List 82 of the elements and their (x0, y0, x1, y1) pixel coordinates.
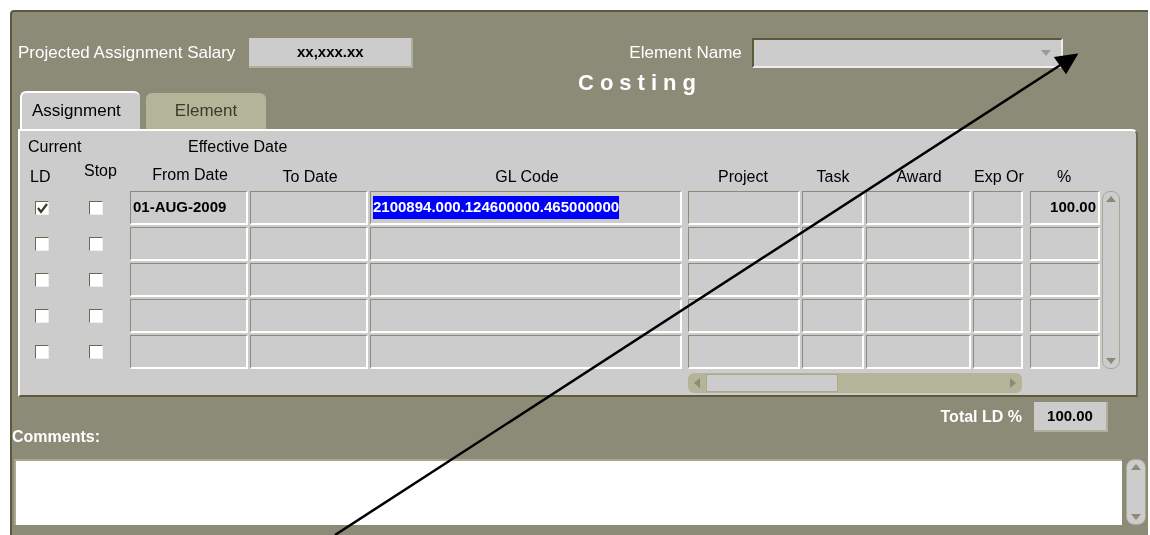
date-cell[interactable] (130, 299, 248, 333)
checkbox[interactable] (35, 237, 49, 251)
salary-label: Projected Assignment Salary (18, 42, 236, 65)
checkbox[interactable] (89, 309, 103, 323)
element-name-dropdown[interactable] (751, 38, 1063, 68)
column-group-label: Effective Date (187, 137, 288, 157)
column-group-label: Current (27, 137, 83, 157)
element-name-label: Element Name (629, 42, 742, 65)
expenditure-org-cell[interactable] (973, 191, 1023, 225)
percent-cell[interactable] (1030, 227, 1100, 261)
comments-scrollbar[interactable] (1126, 459, 1146, 525)
horizontal-scrollbar[interactable] (688, 373, 1022, 393)
task-cell[interactable] (802, 191, 864, 225)
award-cell[interactable] (866, 191, 971, 225)
percent-cell[interactable] (1030, 335, 1100, 369)
scroll-up-icon[interactable] (1131, 464, 1141, 470)
expenditure-org-cell[interactable] (973, 263, 1023, 297)
checkbox[interactable] (35, 273, 49, 287)
column-header: To Date (281, 167, 339, 187)
gl-code-cell[interactable] (370, 263, 682, 297)
award-cell[interactable] (866, 227, 971, 261)
date-cell[interactable] (130, 263, 248, 297)
scroll-down-icon[interactable] (1131, 514, 1141, 520)
date-cell[interactable] (130, 335, 248, 369)
date-cell[interactable] (250, 299, 368, 333)
tab[interactable]: Assignment (20, 91, 140, 129)
column-header: LD (29, 167, 52, 187)
gl-code-cell[interactable]: 2100894.000.124600000.465000000 (370, 191, 682, 225)
gl-code-cell[interactable] (370, 227, 682, 261)
tab[interactable]: Element (146, 93, 266, 129)
award-cell[interactable] (866, 299, 971, 333)
column-header: Stop (83, 161, 118, 181)
expenditure-org-cell[interactable] (973, 299, 1023, 333)
checkbox[interactable] (89, 345, 103, 359)
vertical-scrollbar[interactable] (1102, 191, 1120, 369)
date-cell[interactable] (250, 191, 368, 225)
award-cell[interactable] (866, 263, 971, 297)
date-cell[interactable] (250, 227, 368, 261)
expenditure-org-cell[interactable] (973, 227, 1023, 261)
gl-code-cell[interactable] (370, 335, 682, 369)
project-cell[interactable] (688, 335, 800, 369)
column-header: Project (717, 167, 769, 187)
total-ld-field: 100.00 (1034, 402, 1108, 432)
checkbox[interactable] (89, 201, 103, 215)
task-cell[interactable] (802, 299, 864, 333)
expenditure-org-cell[interactable] (973, 335, 1023, 369)
column-header: GL Code (494, 167, 560, 187)
section-title: Costing (578, 69, 702, 97)
column-header: From Date (151, 165, 229, 185)
project-cell[interactable] (688, 191, 800, 225)
percent-cell[interactable] (1030, 299, 1100, 333)
date-cell[interactable] (250, 263, 368, 297)
date-cell[interactable]: 01-AUG-2009 (130, 191, 248, 225)
scroll-up-icon[interactable] (1106, 196, 1116, 202)
percent-cell[interactable]: 100.00 (1030, 191, 1100, 225)
column-header: Award (895, 167, 943, 187)
checkbox[interactable] (35, 309, 49, 323)
comments-field[interactable] (14, 459, 1122, 525)
project-cell[interactable] (688, 227, 800, 261)
column-header: % (1055, 167, 1073, 187)
checkbox[interactable] (89, 273, 103, 287)
checkbox[interactable] (89, 237, 103, 251)
award-cell[interactable] (866, 335, 971, 369)
column-header: Task (815, 167, 851, 187)
date-cell[interactable] (130, 227, 248, 261)
gl-code-cell[interactable] (370, 299, 682, 333)
scroll-down-icon[interactable] (1106, 358, 1116, 364)
checkbox[interactable] (35, 345, 49, 359)
percent-cell[interactable] (1030, 263, 1100, 297)
date-cell[interactable] (250, 335, 368, 369)
project-cell[interactable] (688, 299, 800, 333)
comments-label: Comments: (12, 427, 101, 447)
salary-field[interactable]: xx,xxx.xx (249, 38, 414, 68)
dropdown-caret-icon (1040, 50, 1051, 56)
project-cell[interactable] (688, 263, 800, 297)
task-cell[interactable] (802, 263, 864, 297)
scroll-thumb[interactable] (706, 374, 838, 392)
task-cell[interactable] (802, 335, 864, 369)
column-header: Exp Or (974, 167, 1025, 187)
task-cell[interactable] (802, 227, 864, 261)
checkbox[interactable] (35, 201, 49, 215)
total-ld-label: Total LD % (940, 407, 1022, 427)
